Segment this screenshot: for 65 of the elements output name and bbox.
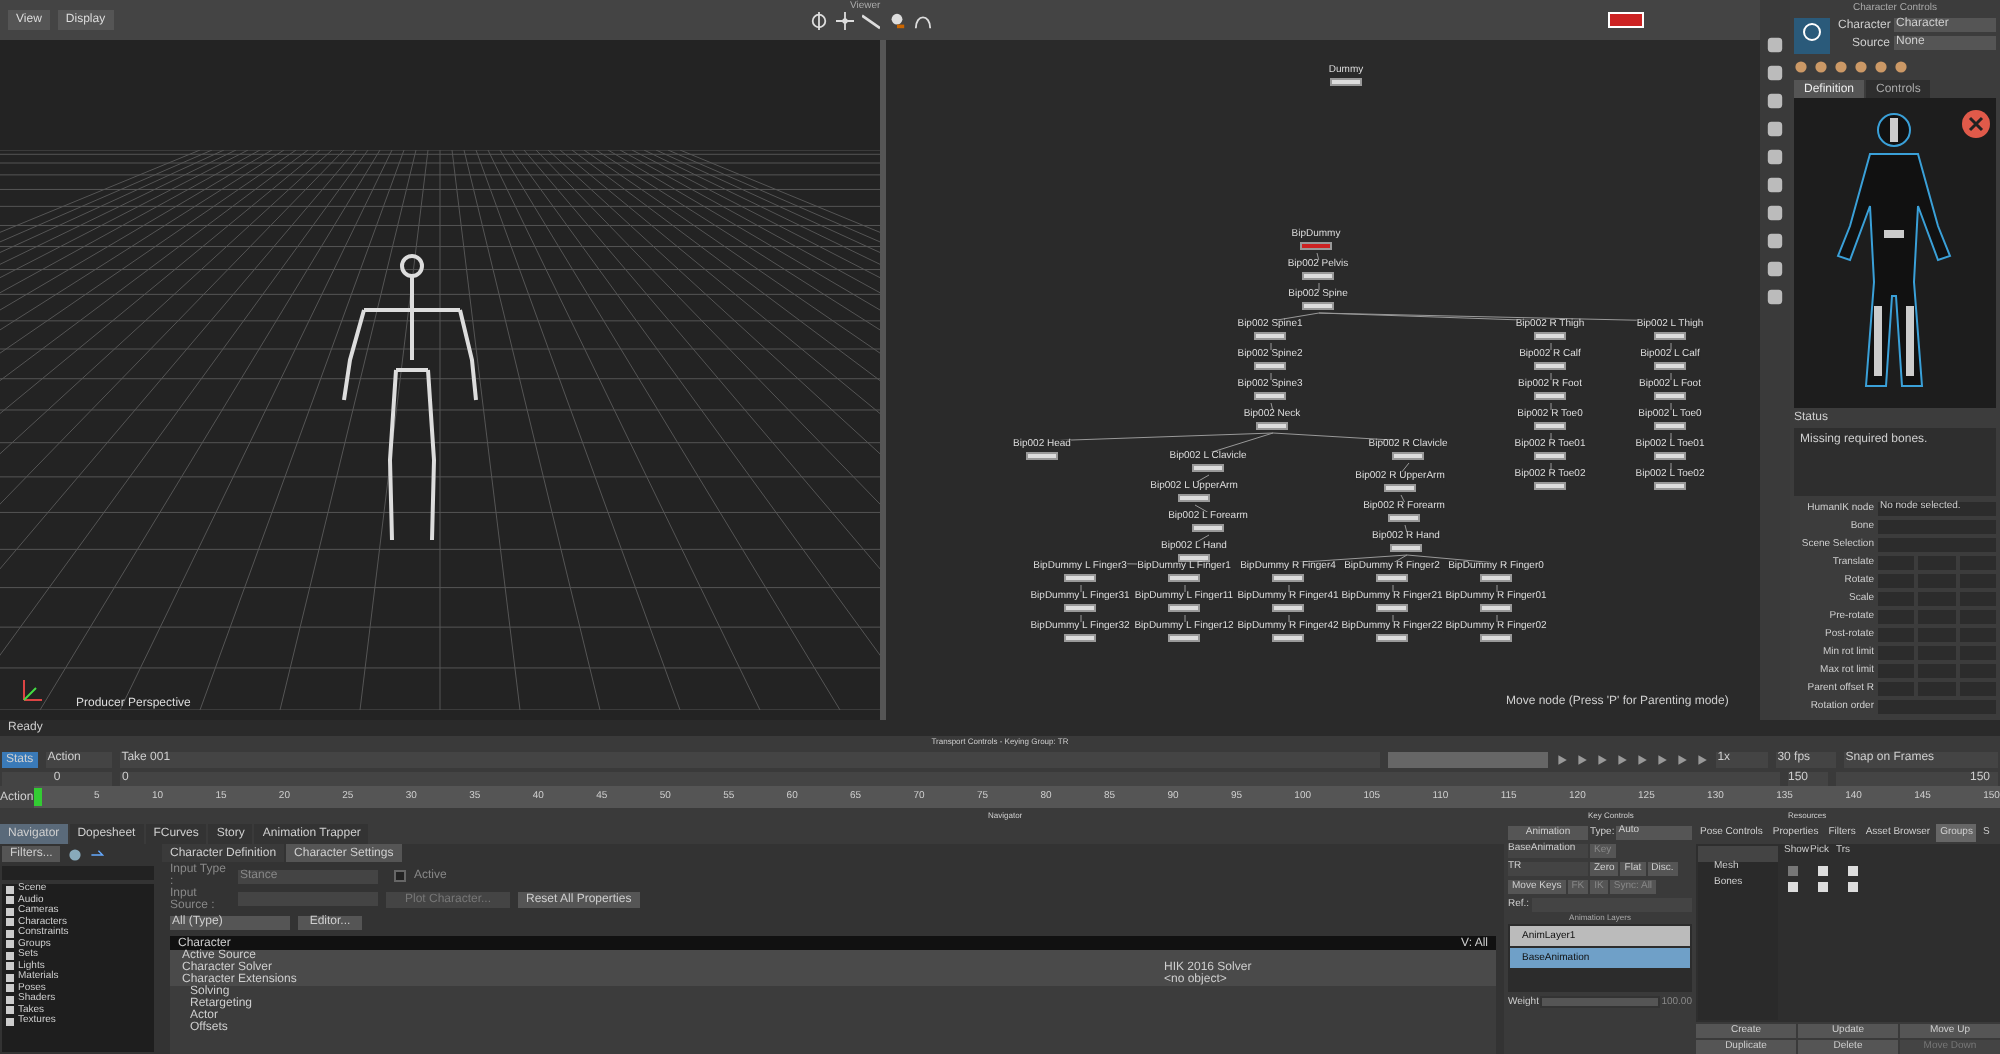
- character-icon: [1794, 18, 1830, 54]
- checkbox[interactable]: [1788, 865, 1798, 875]
- schematic-node[interactable]: [1192, 524, 1224, 532]
- time-field[interactable]: [1387, 751, 1548, 767]
- body-definition-panel[interactable]: [1794, 98, 1996, 408]
- schematic-node[interactable]: [1388, 514, 1420, 522]
- checkbox[interactable]: [1818, 865, 1828, 875]
- schematic-node[interactable]: [1302, 272, 1334, 280]
- schematic-node[interactable]: [1064, 604, 1096, 612]
- schematic-node[interactable]: [1192, 464, 1224, 472]
- schematic-node[interactable]: [1300, 242, 1332, 250]
- checkbox[interactable]: [1848, 881, 1858, 891]
- schematic-node[interactable]: [1654, 422, 1686, 430]
- checkbox[interactable]: [1818, 881, 1828, 891]
- checkbox[interactable]: [1788, 881, 1798, 891]
- schematic-node[interactable]: [1302, 302, 1334, 310]
- play-icon[interactable]: [1655, 753, 1668, 765]
- schematic-node[interactable]: [1654, 392, 1686, 400]
- schematic-node[interactable]: [1168, 634, 1200, 642]
- schematic-node[interactable]: [1026, 452, 1058, 460]
- schematic-node[interactable]: [1390, 544, 1422, 552]
- schematic-node[interactable]: [1534, 482, 1566, 490]
- arc-icon[interactable]: [914, 11, 932, 29]
- schematic-node[interactable]: [1330, 78, 1362, 86]
- ref-dropdown[interactable]: [1531, 897, 1692, 911]
- schematic-node[interactable]: [1256, 422, 1288, 430]
- schematic-node[interactable]: [1376, 634, 1408, 642]
- schematic-node[interactable]: [1654, 332, 1686, 340]
- line-tool-icon[interactable]: [862, 11, 880, 29]
- schematic-node[interactable]: [1534, 362, 1566, 370]
- schematic-node[interactable]: [1064, 574, 1096, 582]
- schematic-node[interactable]: [1654, 482, 1686, 490]
- schematic-node[interactable]: [1168, 604, 1200, 612]
- orbit-icon[interactable]: [810, 11, 828, 29]
- schematic-view[interactable]: [886, 40, 1760, 720]
- schematic-node[interactable]: [1480, 634, 1512, 642]
- schematic-node[interactable]: [1480, 574, 1512, 582]
- schematic-node[interactable]: [1534, 392, 1566, 400]
- schematic-node[interactable]: [1384, 484, 1416, 492]
- schematic-node[interactable]: [1178, 554, 1210, 562]
- schematic-node[interactable]: [1272, 634, 1304, 642]
- schematic-node[interactable]: [1392, 452, 1424, 460]
- gear-icon[interactable]: [68, 847, 83, 861]
- schematic-node[interactable]: [1064, 634, 1096, 642]
- schematic-node[interactable]: [1178, 494, 1210, 502]
- schematic-node[interactable]: [1272, 574, 1304, 582]
- schematic-node[interactable]: [1480, 604, 1512, 612]
- schematic-node[interactable]: [1534, 422, 1566, 430]
- list-header: [1698, 846, 1778, 862]
- schematic-node[interactable]: [1534, 452, 1566, 460]
- record-indicator[interactable]: [1608, 12, 1644, 28]
- schematic-node[interactable]: [1272, 604, 1304, 612]
- schematic-node[interactable]: [1168, 574, 1200, 582]
- dot-icon[interactable]: [888, 11, 906, 29]
- schematic-node[interactable]: [1534, 332, 1566, 340]
- schematic-node[interactable]: [1254, 332, 1286, 340]
- schematic-node[interactable]: [1654, 452, 1686, 460]
- schematic-node[interactable]: [1254, 392, 1286, 400]
- close-icon[interactable]: [1962, 110, 1990, 138]
- checkbox[interactable]: [1848, 865, 1858, 875]
- schematic-node[interactable]: [1254, 362, 1286, 370]
- schematic-node[interactable]: [1654, 362, 1686, 370]
- active-checkbox[interactable]: [394, 870, 406, 882]
- schematic-node[interactable]: [1376, 574, 1408, 582]
- schematic-node[interactable]: [1376, 604, 1408, 612]
